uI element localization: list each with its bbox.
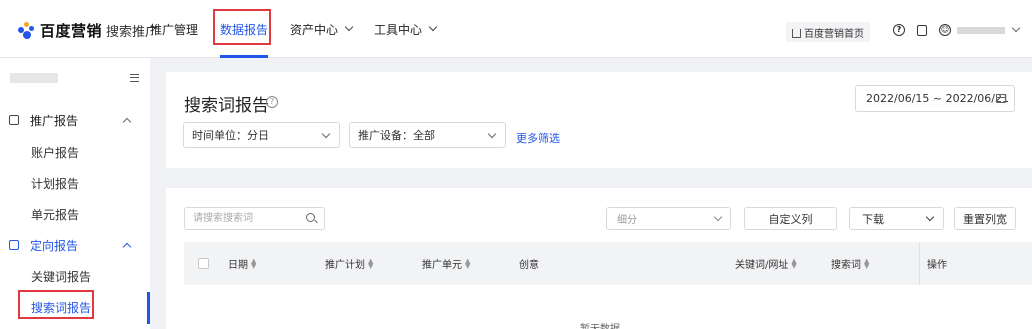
column-header-campaign[interactable]: 推广计划 ▲ ▼ [325, 242, 374, 285]
sidebar-item-account-report[interactable]: 账户报告 [0, 139, 150, 165]
chevron-down-icon [344, 22, 354, 32]
user-circle-icon[interactable]: ☺ [939, 24, 951, 36]
column-label: 操作 [927, 260, 947, 271]
button-label: 重置列宽 [963, 212, 1007, 226]
column-header-keyword-url[interactable]: 关键词/网址 ▲ ▼ [735, 242, 797, 285]
top-navigation-bar: 百度营销 搜索推广 推广管理 数据报告 资产中心 工具中心 百度营销首页 ? ☺ [0, 0, 1032, 58]
account-name-redacted[interactable] [957, 26, 1005, 34]
active-underline [220, 55, 269, 58]
button-label: 下载 [862, 212, 884, 226]
chevron-down-icon [925, 212, 935, 222]
sort-icon: ▲ ▼ [465, 256, 471, 270]
column-label: 推广计划 [325, 260, 365, 271]
sidebar-item-label: 单元报告 [31, 207, 80, 222]
nav-item-label: 资产中心 [290, 22, 339, 37]
sidebar-group-label: 定向报告 [30, 238, 79, 253]
baidu-paw-icon [18, 21, 36, 40]
column-header-date[interactable]: 日期 ▲ ▼ [228, 242, 257, 285]
segment-select[interactable]: 细分 [606, 207, 731, 230]
date-range-value: 2022/06/15 ~ 2022/06/21 [866, 92, 1010, 105]
help-circle-icon[interactable]: ? [893, 24, 905, 36]
column-header-search-term[interactable]: 搜索词 ▲ ▼ [831, 242, 870, 285]
column-label: 创意 [519, 260, 539, 271]
nav-item-label: 工具中心 [374, 22, 423, 37]
nav-item-tool-center[interactable]: 工具中心 [374, 0, 438, 58]
sidebar-item-label: 搜索词报告 [31, 300, 92, 315]
sidebar-group-label: 推广报告 [30, 113, 79, 128]
device-select[interactable]: 推广设备：全部 [349, 122, 506, 148]
copy-icon[interactable] [917, 24, 927, 36]
report-icon [9, 115, 19, 125]
nav-item-campaign-management[interactable]: 推广管理 [150, 0, 198, 58]
search-icon[interactable] [306, 213, 315, 222]
sort-icon: ▲ ▼ [251, 256, 257, 270]
table-header: 日期 ▲ ▼ 推广计划 ▲ ▼ 推广单元 ▲ ▼ 创意 关键词/网址 ▲ ▼ 搜索词 ▲ ▼ 操作 [184, 242, 1032, 285]
sidebar-item-label: 关键词报告 [31, 269, 92, 284]
brand-logo[interactable]: 百度营销 搜索推广 [18, 20, 158, 41]
sidebar-item-label: 计划报告 [31, 176, 80, 191]
main-nav: 推广管理 数据报告 资产中心 工具中心 [150, 0, 458, 58]
target-report-icon [9, 240, 19, 250]
sidebar: 推广报告 账户报告 计划报告 单元报告 定向报告 关键词报告 搜索词报告 [0, 58, 150, 329]
nav-item-label: 推广管理 [150, 22, 199, 37]
column-header-unit[interactable]: 推广单元 ▲ ▼ [422, 242, 471, 285]
collapse-menu-icon[interactable] [130, 74, 139, 82]
time-unit-select[interactable]: 时间单位：分日 [183, 122, 340, 148]
chevron-down-icon [428, 22, 438, 32]
download-button[interactable]: 下载 [849, 207, 944, 230]
sort-icon: ▲ ▼ [791, 256, 797, 270]
time-unit-value: 时间单位：分日 [192, 129, 269, 142]
empty-state-text: 暂无数据 [580, 320, 620, 329]
chevron-up-icon [122, 117, 132, 126]
column-label: 日期 [228, 260, 248, 271]
sidebar-item-keyword-report[interactable]: 关键词报告 [0, 263, 150, 289]
sidebar-group-promotion-report[interactable]: 推广报告 [0, 107, 150, 133]
column-divider [919, 242, 920, 285]
brand-name: 百度营销 [40, 22, 103, 40]
chevron-down-icon [321, 129, 331, 139]
reset-column-width-button[interactable]: 重置列宽 [954, 207, 1016, 230]
segment-placeholder: 细分 [617, 215, 637, 226]
select-all-checkbox[interactable] [198, 258, 209, 269]
sort-icon: ▲ ▼ [368, 256, 374, 270]
search-input[interactable] [193, 208, 303, 229]
chevron-down-icon [713, 212, 723, 222]
table-panel: 细分 自定义列 下载 重置列宽 日期▲▼ 推广计划▲▼ 推广单元▲▼ 创意 关键… [166, 188, 1032, 329]
calendar-icon [996, 94, 1006, 103]
chevron-down-icon [487, 129, 497, 139]
date-range-picker[interactable]: 2022/06/15 ~ 2022/06/21 [855, 85, 1015, 112]
sidebar-item-label: 账户报告 [31, 145, 80, 160]
column-header-creative: 创意 [519, 242, 539, 285]
page-title: 搜索词报告 [184, 96, 269, 116]
nav-item-data-report[interactable]: 数据报告 [213, 0, 272, 58]
house-icon [792, 28, 801, 38]
search-term-search[interactable] [184, 207, 325, 230]
header-icons: ? ☺ [893, 23, 1021, 36]
button-label: 自定义列 [768, 212, 813, 226]
sidebar-item-search-term-report[interactable]: 搜索词报告 [0, 290, 150, 324]
column-label: 推广单元 [422, 260, 462, 271]
help-circle-icon[interactable]: ? [266, 96, 278, 108]
chevron-down-icon[interactable] [1011, 23, 1021, 33]
filter-panel: 搜索词报告 ? 2022/06/15 ~ 2022/06/21 时间单位：分日 … [166, 72, 1032, 168]
device-value: 推广设备：全部 [358, 129, 435, 142]
column-header-actions: 操作 [927, 242, 947, 285]
column-label: 搜索词 [831, 260, 861, 271]
column-label: 关键词/网址 [735, 260, 789, 271]
active-indicator [147, 292, 150, 324]
chevron-up-icon [122, 242, 132, 251]
baidu-marketing-home-button[interactable]: 百度营销首页 [786, 22, 870, 42]
more-filters-link[interactable]: 更多筛选 [516, 130, 560, 146]
home-button-label: 百度营销首页 [804, 28, 864, 40]
highlight-box [213, 9, 272, 45]
sidebar-group-targeting-report[interactable]: 定向报告 [0, 232, 150, 258]
custom-columns-button[interactable]: 自定义列 [744, 207, 837, 230]
sidebar-item-plan-report[interactable]: 计划报告 [0, 170, 150, 196]
nav-item-asset-center[interactable]: 资产中心 [290, 0, 354, 58]
account-name-redacted [10, 73, 58, 83]
sidebar-item-unit-report[interactable]: 单元报告 [0, 201, 150, 227]
sort-icon: ▲ ▼ [864, 256, 870, 270]
